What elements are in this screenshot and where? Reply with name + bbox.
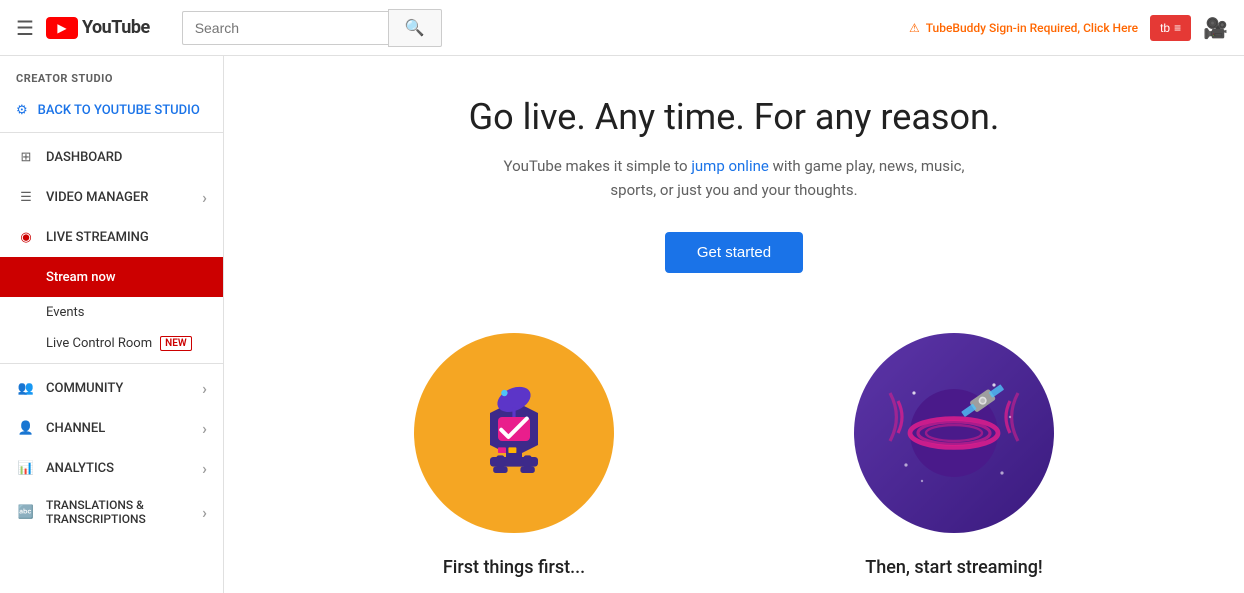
search-bar: 🔍 — [182, 9, 442, 47]
camera-icon[interactable]: 🎥 — [1203, 16, 1228, 40]
analytics-icon: 📊 — [16, 458, 36, 478]
tudebuddy-button[interactable]: tb ≡ — [1150, 15, 1191, 41]
hero-title: Go live. Any time. For any reason. — [314, 96, 1154, 138]
analytics-arrow: › — [202, 459, 207, 478]
live-control-room-label: Live Control Room — [46, 336, 152, 351]
main-content: Go live. Any time. For any reason. YouTu… — [234, 56, 1234, 593]
card-first-things: First things first... We'll make sure yo… — [324, 333, 704, 593]
tudebuddy-alert[interactable]: ⚠ TubeBuddy Sign-in Required, Click Here — [909, 21, 1138, 35]
dashboard-label: DASHBOARD — [46, 150, 207, 165]
card-start-streaming: Then, start streaming! We'll give you yo… — [764, 333, 1144, 593]
sidebar-item-live-streaming[interactable]: ◉ LIVE STREAMING — [0, 217, 223, 257]
stream-now-icon — [16, 267, 36, 287]
tudebuddy-btn-label: tb — [1160, 21, 1170, 35]
menu-icon: ≡ — [1174, 21, 1181, 35]
sidebar-item-channel[interactable]: 👤 CHANNEL › — [0, 408, 223, 448]
get-started-button[interactable]: Get started — [665, 232, 803, 273]
channel-icon: 👤 — [16, 418, 36, 438]
community-icon: 👥 — [16, 378, 36, 398]
translations-label: TRANSLATIONS & TRANSCRIPTIONS — [46, 498, 192, 526]
translations-icon: 🔤 — [16, 502, 36, 522]
sidebar-item-analytics[interactable]: 📊 ANALYTICS › — [0, 448, 223, 488]
hero-subtitle: YouTube makes it simple to jump online w… — [314, 154, 1154, 202]
tudebuddy-text: TubeBuddy Sign-in Required, Click Here — [926, 21, 1138, 35]
sidebar-sub-events[interactable]: Events — [0, 297, 223, 328]
community-label: COMMUNITY — [46, 381, 192, 396]
video-manager-arrow: › — [202, 188, 207, 207]
layout: CREATOR STUDIO ⚙ BACK TO YOUTUBE STUDIO … — [0, 56, 1244, 593]
dashboard-icon: ⊞ — [16, 147, 36, 167]
sidebar: CREATOR STUDIO ⚙ BACK TO YOUTUBE STUDIO … — [0, 56, 224, 593]
back-to-studio-item[interactable]: ⚙ BACK TO YOUTUBE STUDIO — [0, 93, 223, 128]
card1-title: First things first... — [324, 557, 704, 578]
live-streaming-icon: ◉ — [16, 227, 36, 247]
back-icon: ⚙ — [16, 103, 28, 118]
cards-row: First things first... We'll make sure yo… — [314, 333, 1154, 593]
card1-image — [414, 333, 614, 533]
main-content-area: Go live. Any time. For any reason. YouTu… — [224, 56, 1244, 593]
channel-arrow: › — [202, 419, 207, 438]
sidebar-divider-1 — [0, 132, 223, 133]
video-manager-label: VIDEO MANAGER — [46, 190, 192, 205]
sidebar-item-video-manager[interactable]: ☰ VIDEO MANAGER › — [0, 177, 223, 217]
yt-logo-text: YouTube — [82, 17, 150, 38]
warning-icon: ⚠ — [909, 21, 920, 35]
sidebar-item-community[interactable]: 👥 COMMUNITY › — [0, 368, 223, 408]
search-input[interactable] — [182, 11, 388, 45]
sidebar-item-stream-now[interactable]: Stream now — [0, 257, 223, 297]
card2-image — [854, 333, 1054, 533]
search-button[interactable]: 🔍 — [388, 9, 442, 47]
video-manager-icon: ☰ — [16, 187, 36, 207]
stream-now-label: Stream now — [46, 270, 207, 285]
translations-arrow: › — [202, 503, 207, 522]
sidebar-divider-2 — [0, 363, 223, 364]
hero-subtitle-text1: YouTube makes it simple to — [504, 157, 692, 175]
top-nav: ☰ YouTube 🔍 ⚠ TubeBuddy Sign-in Required… — [0, 0, 1244, 56]
new-badge: NEW — [160, 336, 192, 351]
sidebar-item-dashboard[interactable]: ⊞ DASHBOARD — [0, 137, 223, 177]
card1-illustration — [434, 353, 594, 513]
youtube-logo[interactable]: YouTube — [46, 17, 150, 39]
events-label: Events — [46, 305, 84, 320]
sidebar-item-translations[interactable]: 🔤 TRANSLATIONS & TRANSCRIPTIONS › — [0, 488, 223, 536]
yt-logo-icon — [46, 17, 78, 39]
live-streaming-label: LIVE STREAMING — [46, 230, 207, 245]
sidebar-sub-live-control-room[interactable]: Live Control Room NEW — [0, 328, 223, 359]
back-label: BACK TO YOUTUBE STUDIO — [38, 103, 200, 118]
card2-illustration — [874, 353, 1034, 513]
sidebar-section-title: CREATOR STUDIO — [0, 56, 223, 93]
channel-label: CHANNEL — [46, 421, 192, 436]
analytics-label: ANALYTICS — [46, 461, 192, 476]
community-arrow: › — [202, 379, 207, 398]
card2-title: Then, start streaming! — [764, 557, 1144, 578]
hero-subtitle-link[interactable]: jump online — [691, 157, 769, 175]
hamburger-icon[interactable]: ☰ — [16, 16, 34, 40]
